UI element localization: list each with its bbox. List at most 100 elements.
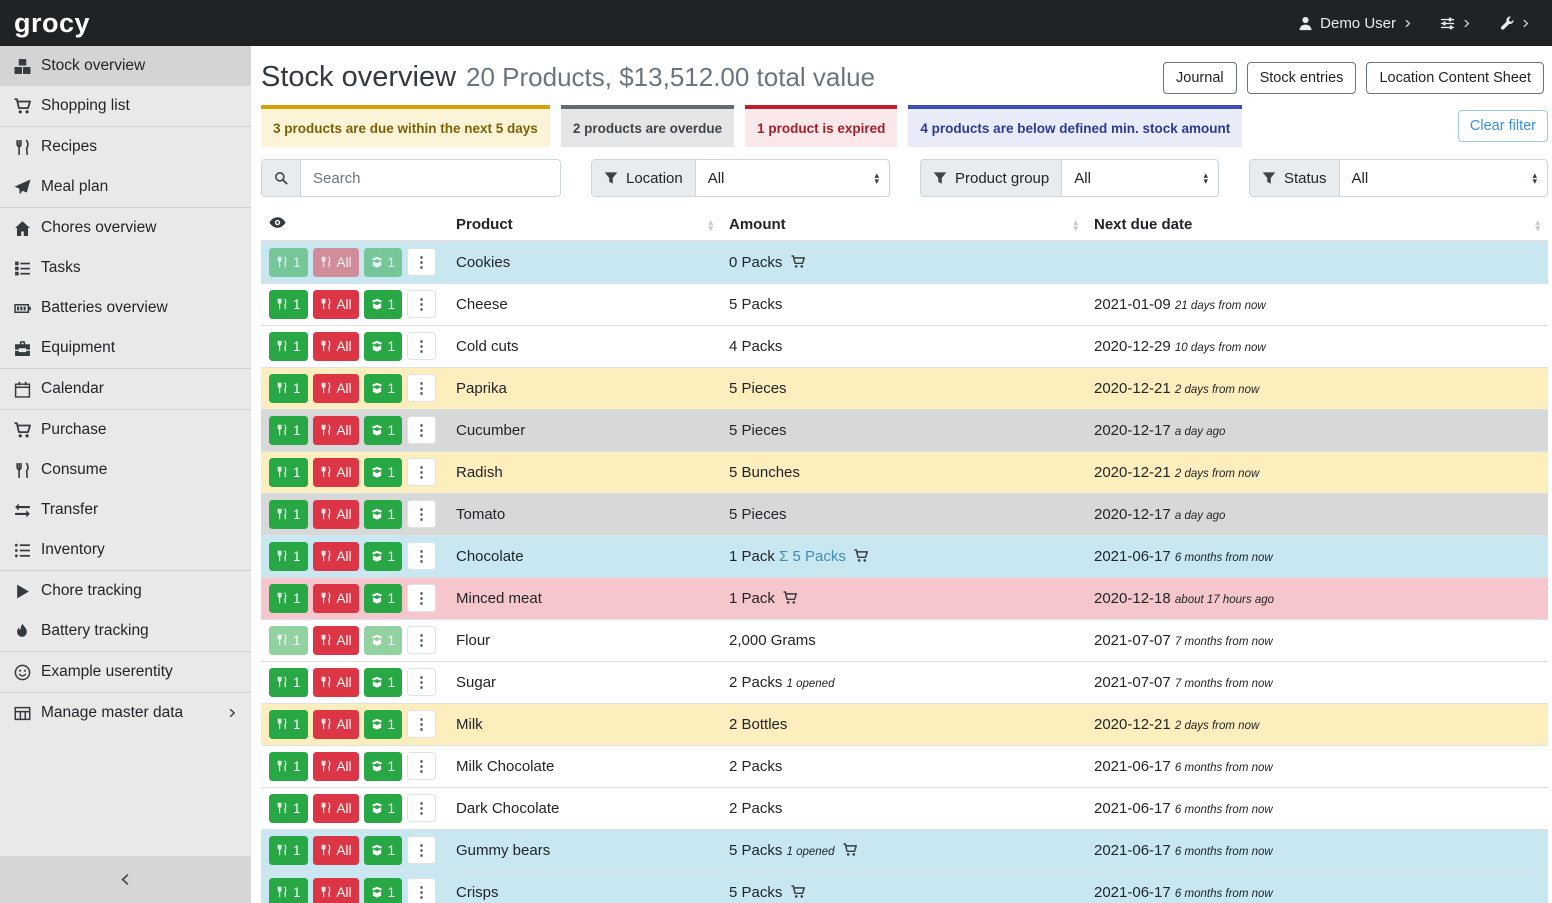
sidebar-item-chore-tracking[interactable]: Chore tracking xyxy=(0,571,251,611)
row-menu-button[interactable]: ⋮ xyxy=(407,752,436,780)
row-menu-button[interactable]: ⋮ xyxy=(407,248,436,276)
filter-select-status[interactable]: All▴▾ xyxy=(1340,160,1547,196)
product-name-link[interactable]: Paprika xyxy=(456,380,507,397)
open-one-button[interactable]: 1 xyxy=(364,878,403,903)
open-one-button[interactable]: 1 xyxy=(364,626,403,655)
consume-all-button[interactable]: All xyxy=(313,836,359,865)
row-menu-button[interactable]: ⋮ xyxy=(407,836,436,864)
sidebar-item-manage-master-data[interactable]: Manage master data xyxy=(0,693,251,733)
open-one-button[interactable]: 1 xyxy=(364,710,403,739)
open-one-button[interactable]: 1 xyxy=(364,332,403,361)
open-one-button[interactable]: 1 xyxy=(364,290,403,319)
consume-all-button[interactable]: All xyxy=(313,710,359,739)
consume-all-button[interactable]: All xyxy=(313,794,359,823)
consume-one-button[interactable]: 1 xyxy=(269,290,308,319)
row-menu-button[interactable]: ⋮ xyxy=(407,668,436,696)
sidebar-collapse-button[interactable] xyxy=(0,856,251,903)
sidebar-item-tasks[interactable]: Tasks xyxy=(0,248,251,288)
product-name-link[interactable]: Tomato xyxy=(456,506,505,523)
product-name-link[interactable]: Milk xyxy=(456,716,483,733)
consume-all-button[interactable]: All xyxy=(313,752,359,781)
row-menu-button[interactable]: ⋮ xyxy=(407,878,436,903)
open-one-button[interactable]: 1 xyxy=(364,584,403,613)
consume-all-button[interactable]: All xyxy=(313,626,359,655)
column-label-amount[interactable]: Amount xyxy=(729,216,786,233)
sidebar-item-purchase[interactable]: Purchase xyxy=(0,410,251,450)
location-content-sheet-button[interactable]: Location Content Sheet xyxy=(1366,62,1544,94)
app-logo[interactable]: grocy xyxy=(14,8,90,39)
consume-one-button[interactable]: 1 xyxy=(269,668,308,697)
consume-all-button[interactable]: All xyxy=(313,416,359,445)
consume-one-button[interactable]: 1 xyxy=(269,500,308,529)
sidebar-item-inventory[interactable]: Inventory xyxy=(0,530,251,570)
consume-one-button[interactable]: 1 xyxy=(269,794,308,823)
open-one-button[interactable]: 1 xyxy=(364,458,403,487)
stock-entries-button[interactable]: Stock entries xyxy=(1247,62,1357,94)
consume-one-button[interactable]: 1 xyxy=(269,416,308,445)
open-one-button[interactable]: 1 xyxy=(364,668,403,697)
column-label-product[interactable]: Product xyxy=(456,216,513,233)
consume-all-button[interactable]: All xyxy=(313,668,359,697)
consume-one-button[interactable]: 1 xyxy=(269,584,308,613)
open-one-button[interactable]: 1 xyxy=(364,416,403,445)
consume-all-button[interactable]: All xyxy=(313,500,359,529)
consume-all-button[interactable]: All xyxy=(313,584,359,613)
product-name-link[interactable]: Cold cuts xyxy=(456,338,519,355)
sidebar-item-stock-overview[interactable]: Stock overview xyxy=(0,46,251,86)
row-menu-button[interactable]: ⋮ xyxy=(407,710,436,738)
open-one-button[interactable]: 1 xyxy=(364,794,403,823)
sidebar-item-shopping-list[interactable]: Shopping list xyxy=(0,86,251,126)
search-input[interactable] xyxy=(301,160,560,196)
sidebar-item-recipes[interactable]: Recipes xyxy=(0,127,251,167)
sidebar-item-battery-tracking[interactable]: Battery tracking xyxy=(0,611,251,651)
consume-all-button[interactable]: All xyxy=(313,374,359,403)
sidebar-item-example-userentity[interactable]: Example userentity xyxy=(0,652,251,692)
sort-icon[interactable]: ▴▾ xyxy=(1073,219,1078,231)
open-one-button[interactable]: 1 xyxy=(364,374,403,403)
row-menu-button[interactable]: ⋮ xyxy=(407,290,436,318)
product-name-link[interactable]: Radish xyxy=(456,464,503,481)
consume-one-button[interactable]: 1 xyxy=(269,458,308,487)
row-menu-button[interactable]: ⋮ xyxy=(407,500,436,528)
sidebar-item-equipment[interactable]: Equipment xyxy=(0,328,251,368)
settings-menu[interactable] xyxy=(1440,16,1471,31)
sidebar-item-batteries-overview[interactable]: Batteries overview xyxy=(0,288,251,328)
row-menu-button[interactable]: ⋮ xyxy=(407,626,436,654)
row-menu-button[interactable]: ⋮ xyxy=(407,542,436,570)
product-name-link[interactable]: Cucumber xyxy=(456,422,525,439)
consume-all-button[interactable]: All xyxy=(313,542,359,571)
product-name-link[interactable]: Cookies xyxy=(456,254,510,271)
open-one-button[interactable]: 1 xyxy=(364,248,403,277)
row-menu-button[interactable]: ⋮ xyxy=(407,332,436,360)
consume-one-button[interactable]: 1 xyxy=(269,248,308,277)
filter-select-product-group[interactable]: All▴▾ xyxy=(1062,160,1218,196)
consume-one-button[interactable]: 1 xyxy=(269,332,308,361)
consume-all-button[interactable]: All xyxy=(313,248,359,277)
consume-all-button[interactable]: All xyxy=(313,332,359,361)
consume-all-button[interactable]: All xyxy=(313,878,359,903)
sidebar-item-transfer[interactable]: Transfer xyxy=(0,490,251,530)
product-name-link[interactable]: Milk Chocolate xyxy=(456,758,554,775)
consume-one-button[interactable]: 1 xyxy=(269,836,308,865)
row-menu-button[interactable]: ⋮ xyxy=(407,584,436,612)
consume-one-button[interactable]: 1 xyxy=(269,542,308,571)
column-label-due-date[interactable]: Next due date xyxy=(1094,216,1192,233)
product-name-link[interactable]: Gummy bears xyxy=(456,842,550,859)
open-one-button[interactable]: 1 xyxy=(364,752,403,781)
filter-select-location[interactable]: All▴▾ xyxy=(696,160,889,196)
clear-filter-button[interactable]: Clear filter xyxy=(1458,110,1548,142)
row-menu-button[interactable]: ⋮ xyxy=(407,794,436,822)
open-one-button[interactable]: 1 xyxy=(364,500,403,529)
row-menu-button[interactable]: ⋮ xyxy=(407,416,436,444)
sidebar-item-chores-overview[interactable]: Chores overview xyxy=(0,208,251,248)
open-one-button[interactable]: 1 xyxy=(364,836,403,865)
journal-button[interactable]: Journal xyxy=(1163,62,1237,94)
product-name-link[interactable]: Minced meat xyxy=(456,590,542,607)
sidebar-item-calendar[interactable]: Calendar xyxy=(0,369,251,409)
sort-icon[interactable]: ▴▾ xyxy=(708,219,713,231)
consume-all-button[interactable]: All xyxy=(313,458,359,487)
product-name-link[interactable]: Flour xyxy=(456,632,490,649)
sidebar-item-consume[interactable]: Consume xyxy=(0,450,251,490)
consume-one-button[interactable]: 1 xyxy=(269,752,308,781)
consume-one-button[interactable]: 1 xyxy=(269,626,308,655)
